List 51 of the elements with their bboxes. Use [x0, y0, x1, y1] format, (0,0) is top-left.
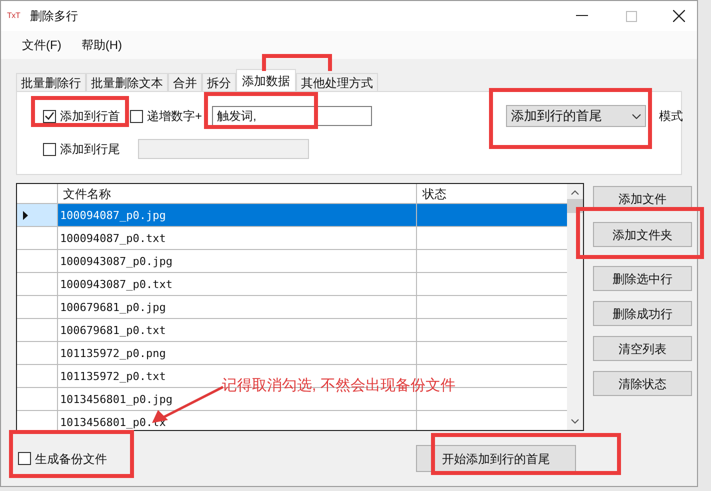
- minimize-icon[interactable]: [576, 15, 588, 17]
- side-button[interactable]: 添加文件夹: [593, 222, 692, 247]
- start-button[interactable]: 开始添加到行的首尾: [416, 445, 576, 472]
- checkbox-label: 添加到行尾: [60, 141, 120, 158]
- tab[interactable]: 拆分: [202, 73, 236, 91]
- maximize-icon[interactable]: [626, 10, 637, 22]
- file-name[interactable]: 100679681_p0.txt: [60, 322, 166, 338]
- checkbox[interactable]: [43, 142, 56, 156]
- chevron-down-icon[interactable]: [571, 419, 579, 424]
- annotation-text: 记得取消勾选, 不然会出现备份文件: [222, 376, 456, 396]
- mode-label: 模式: [659, 108, 684, 125]
- checkbox[interactable]: [18, 452, 31, 465]
- close-icon[interactable]: [673, 10, 685, 22]
- checkmark-icon: [45, 112, 54, 120]
- file-name[interactable]: 100679681_p0.jpg: [60, 300, 166, 314]
- tab[interactable]: 批量删除行: [16, 73, 86, 91]
- chevron-up-icon[interactable]: [571, 190, 579, 195]
- menu-item[interactable]: 文件(F): [22, 36, 62, 54]
- prefix-value: 触发词,: [217, 108, 256, 125]
- annotation-frame: [262, 54, 332, 71]
- file-name[interactable]: 101135972_p0.txt: [60, 368, 166, 384]
- file-name[interactable]: 100094087_p0.txt: [60, 230, 166, 246]
- checkbox-label: 添加到行首: [60, 108, 120, 125]
- chevron-down-icon: [632, 114, 642, 118]
- tab[interactable]: 其他处理方式: [296, 73, 378, 91]
- side-button[interactable]: 删除选中行: [593, 266, 692, 291]
- file-name[interactable]: 1000943087_p0.jpg: [60, 254, 173, 268]
- tab[interactable]: 合并: [168, 73, 202, 91]
- mode-dropdown[interactable]: 添加到行的首尾: [506, 105, 646, 127]
- app-logo: TxT: [7, 10, 20, 22]
- file-name[interactable]: 101135972_p0.png: [60, 346, 166, 360]
- row-header[interactable]: [17, 204, 58, 226]
- checkbox-label: 生成备份文件: [35, 450, 107, 468]
- tab[interactable]: 批量删除文本: [86, 73, 168, 91]
- column-header[interactable]: 文件名称: [58, 184, 418, 203]
- file-name[interactable]: 1000943087_p0.txt: [60, 276, 173, 292]
- current-row-icon: [23, 210, 28, 220]
- menu-item[interactable]: 帮助(H): [81, 36, 122, 54]
- window-title: 删除多行: [30, 8, 78, 25]
- file-name[interactable]: 1013456801_p0.jpg: [60, 392, 173, 406]
- side-button[interactable]: 删除成功行: [593, 301, 692, 326]
- side-button[interactable]: 清除状态: [593, 371, 692, 396]
- column-header[interactable]: 状态: [417, 184, 567, 203]
- checkbox-label: 递增数字+: [147, 108, 202, 125]
- checkbox[interactable]: [43, 110, 56, 122]
- side-button[interactable]: 清空列表: [593, 336, 692, 361]
- checkbox[interactable]: [130, 110, 143, 122]
- scrollbar[interactable]: [567, 184, 583, 430]
- file-name[interactable]: 1013456801_p0.tx: [60, 414, 166, 430]
- tab[interactable]: 添加数据: [236, 69, 296, 92]
- prefix-field[interactable]: 触发词,: [212, 106, 372, 126]
